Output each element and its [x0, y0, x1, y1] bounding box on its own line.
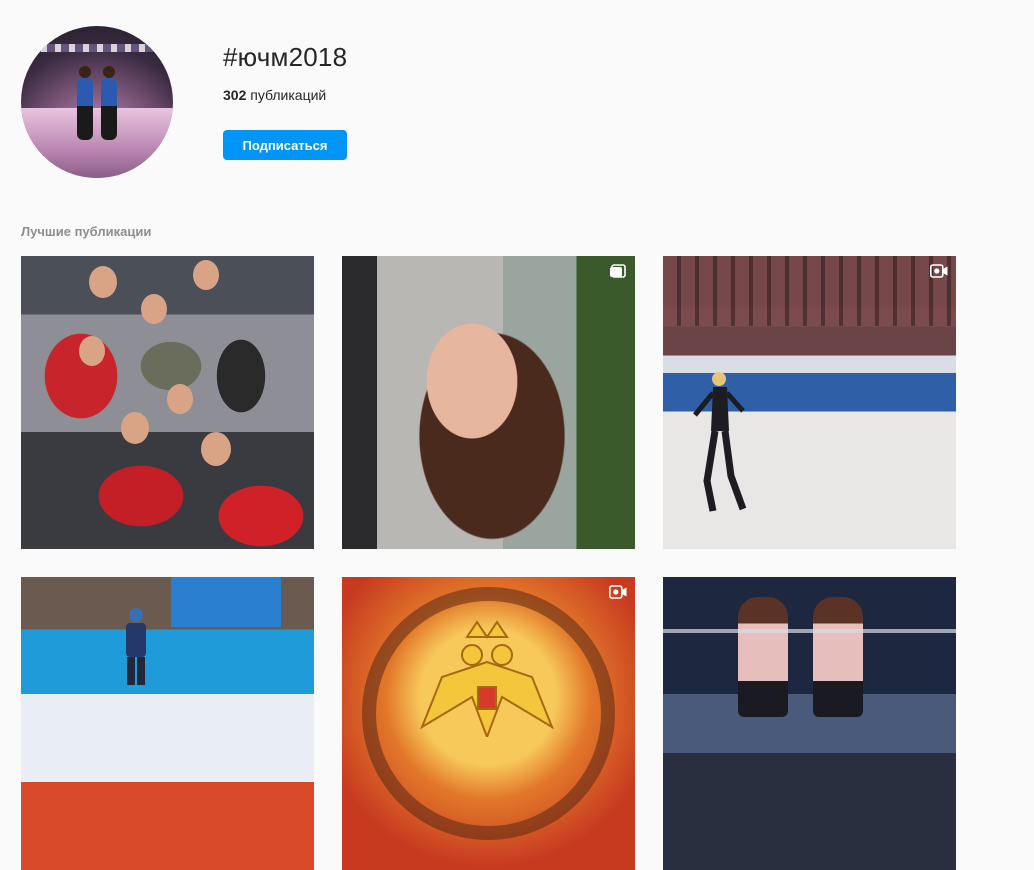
photo-face: [193, 260, 219, 290]
post-tile[interactable]: [663, 577, 956, 870]
ice-rink: [21, 108, 173, 178]
post-tile[interactable]: [663, 256, 956, 549]
photo-face: [201, 432, 231, 466]
person-figure: [813, 597, 863, 717]
photo-face: [89, 266, 117, 298]
skater-figure: [77, 78, 93, 140]
arena-lights: [41, 44, 153, 52]
page-title: #ючм2018: [223, 42, 348, 72]
tag-avatar: [21, 26, 173, 178]
video-screen: [171, 577, 281, 627]
carousel-icon: [610, 264, 626, 278]
skater-figure: [101, 78, 117, 140]
photo-face: [141, 294, 167, 324]
post-tile[interactable]: [21, 256, 314, 549]
post-tile[interactable]: [21, 577, 314, 870]
follow-button[interactable]: Подписаться: [223, 130, 347, 160]
skater-head: [79, 66, 91, 78]
tag-header: #ючм2018 302 публикаций Подписаться: [21, 26, 1021, 178]
photo-face: [79, 336, 105, 366]
photo-face: [121, 412, 149, 444]
post-count-label: публикаций: [250, 87, 327, 103]
top-posts-heading: Лучшие публикации: [21, 224, 152, 239]
person-figure: [738, 597, 788, 717]
tag-info: #ючм2018 302 публикаций: [223, 42, 347, 103]
person-figure: [126, 608, 146, 685]
post-tile[interactable]: [342, 577, 635, 870]
arena-lights: [663, 629, 956, 633]
coat-of-arms-icon: [419, 620, 555, 737]
post-tile[interactable]: [342, 256, 635, 549]
video-icon: [609, 585, 627, 599]
arena-seats: [663, 256, 956, 326]
video-icon: [930, 264, 948, 278]
skater-figure: [693, 372, 747, 512]
skater-head: [103, 66, 115, 78]
post-count: 302 публикаций: [223, 87, 347, 103]
photo-face: [167, 384, 193, 414]
post-count-value: 302: [223, 87, 247, 103]
